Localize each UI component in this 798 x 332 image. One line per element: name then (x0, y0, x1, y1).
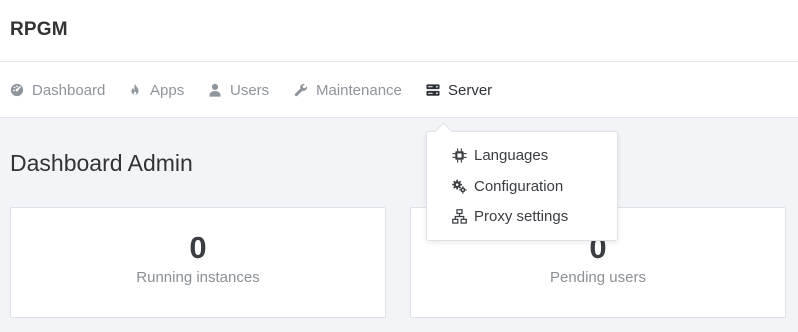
nav-item-apps[interactable]: Apps (128, 80, 184, 100)
menu-item-configuration[interactable]: Configuration (451, 176, 563, 196)
user-icon (208, 83, 222, 97)
menu-item-label: Languages (474, 146, 549, 164)
menu-item-label: Configuration (474, 177, 564, 195)
nav-label: Users (230, 81, 270, 99)
chip-icon (451, 147, 467, 163)
brand-bar: RPGM (0, 0, 798, 62)
fire-icon (128, 83, 142, 97)
wrench-icon (294, 83, 308, 97)
menu-item-languages[interactable]: Languages (451, 145, 548, 165)
running-instances-value: 0 (189, 230, 207, 265)
menu-item-label: Proxy settings (474, 207, 569, 225)
nav-label: Apps (150, 81, 185, 99)
nav-item-dashboard[interactable]: Dashboard (10, 80, 105, 100)
network-icon (451, 208, 467, 224)
dashboard-icon (10, 83, 24, 97)
server-dropdown-menu: Languages Configuration Proxy settings (426, 131, 618, 241)
nav-label: Maintenance (316, 81, 402, 99)
nav-item-users[interactable]: Users (208, 80, 269, 100)
pending-users-label: Pending users (550, 269, 646, 286)
main-nav: Dashboard Apps Users Maintenance Server (0, 62, 798, 118)
server-icon (426, 83, 440, 97)
nav-item-maintenance[interactable]: Maintenance (294, 80, 402, 100)
running-instances-label: Running instances (136, 269, 260, 286)
nav-label: Server (448, 81, 493, 99)
nav-label: Dashboard (32, 81, 106, 99)
nav-item-server[interactable]: Server (426, 80, 492, 100)
page-title: Dashboard Admin (10, 150, 193, 176)
app-brand[interactable]: RPGM (10, 19, 68, 41)
menu-item-proxy-settings[interactable]: Proxy settings (451, 206, 568, 226)
gears-icon (451, 178, 467, 194)
